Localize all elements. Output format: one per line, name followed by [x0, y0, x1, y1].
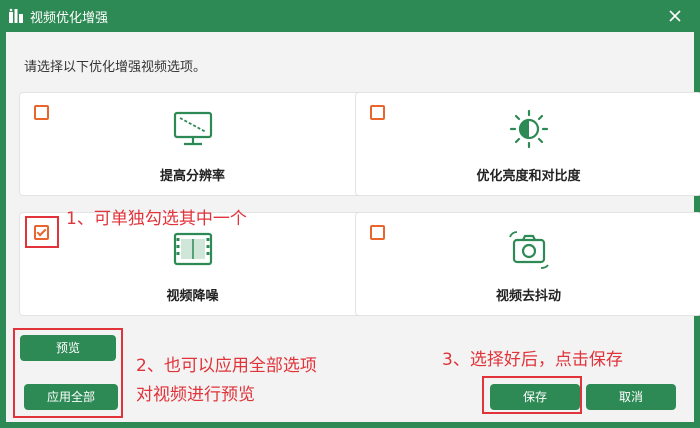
close-icon[interactable]: [664, 5, 686, 27]
option-checkbox[interactable]: [370, 225, 385, 240]
option-card-brightness[interactable]: 优化亮度和对比度: [355, 92, 700, 196]
title-bar: 视频优化增强: [0, 0, 700, 32]
brightness-icon: [509, 109, 548, 149]
option-checkbox[interactable]: [370, 105, 385, 120]
annotation-step2-line2: 对视频进行预览: [136, 385, 255, 405]
highlight-preview-apply: [13, 328, 123, 418]
option-card-stabilize[interactable]: 视频去抖动: [355, 212, 700, 316]
annotation-step1: 1、可单独勾选其中一个: [66, 209, 247, 229]
annotation-step2-line1: 2、也可以应用全部选项: [136, 356, 317, 376]
option-label: 优化亮度和对比度: [476, 169, 581, 184]
cancel-button[interactable]: 取消: [586, 384, 676, 410]
annotation-step3: 3、选择好后，点击保存: [442, 350, 623, 370]
app-logo-icon: [9, 8, 23, 23]
film-strip-icon: [173, 232, 212, 266]
highlight-save: [482, 376, 582, 414]
instruction-text: 请选择以下优化增强视频选项。: [24, 60, 207, 75]
option-label: 提高分辨率: [159, 169, 225, 184]
option-checkbox[interactable]: [34, 105, 49, 120]
highlight-checkbox: [25, 216, 59, 248]
option-card-resolution[interactable]: 提高分辨率: [19, 92, 366, 196]
window-title: 视频优化增强: [30, 11, 109, 26]
option-label: 视频去抖动: [495, 289, 561, 304]
monitor-resolution-icon: [173, 111, 212, 146]
camera-stabilize-icon: [508, 231, 549, 269]
option-label: 视频降噪: [166, 289, 219, 304]
